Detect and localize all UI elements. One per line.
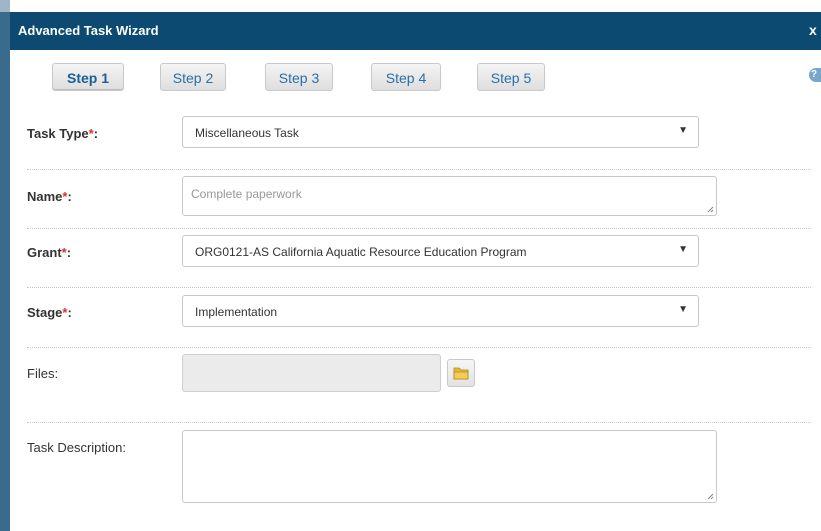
wizard-steps: Step 1 Step 2 Step 3 Step 4 Step 5: [10, 63, 821, 95]
help-glyph: ?: [811, 69, 818, 80]
label-colon: :: [66, 245, 72, 260]
step-5-tab[interactable]: Step 5: [477, 63, 545, 91]
divider: [27, 169, 811, 170]
name-label: Name*:: [27, 189, 72, 204]
dialog-titlebar: Advanced Task Wizard x: [10, 12, 821, 50]
resize-grip-icon[interactable]: [707, 493, 714, 500]
step-1-tab[interactable]: Step 1: [52, 63, 124, 91]
close-button[interactable]: x: [809, 22, 821, 38]
name-row: Name*: Complete paperwork: [27, 176, 811, 218]
resize-grip-icon[interactable]: [707, 206, 714, 213]
stage-label: Stage*:: [27, 305, 72, 320]
step-3-tab[interactable]: Step 3: [265, 63, 333, 91]
dropdown-arrow-icon: ▼: [678, 244, 688, 255]
files-label: Files:: [27, 366, 59, 381]
dropdown-arrow-icon: ▼: [678, 304, 688, 315]
grant-row: Grant*: ORG0121-AS California Aquatic Re…: [27, 235, 811, 271]
browse-files-button[interactable]: [447, 359, 475, 387]
label-colon: :: [67, 189, 72, 204]
divider: [27, 228, 811, 229]
name-placeholder: Complete paperwork: [191, 187, 302, 201]
folder-icon: [453, 367, 469, 380]
task-type-value: Miscellaneous Task: [195, 126, 299, 140]
task-description-row: Task Description:: [27, 430, 811, 504]
task-type-label: Task Type*:: [27, 126, 98, 141]
name-input[interactable]: Complete paperwork: [182, 176, 717, 216]
task-type-select[interactable]: Miscellaneous Task ▼: [182, 116, 699, 148]
task-description-label: Task Description:: [27, 440, 126, 455]
divider: [27, 287, 811, 288]
grant-select[interactable]: ORG0121-AS California Aquatic Resource E…: [182, 235, 699, 267]
name-label-text: Name: [27, 189, 63, 204]
stage-row: Stage*: Implementation ▼: [27, 295, 811, 331]
task-description-input[interactable]: [182, 430, 717, 503]
stage-select[interactable]: Implementation ▼: [182, 295, 699, 327]
backdrop-top: [0, 0, 10, 12]
step-4-tab[interactable]: Step 4: [371, 63, 441, 91]
grant-label: Grant*:: [27, 245, 71, 260]
files-field[interactable]: [182, 354, 441, 392]
dialog-title: Advanced Task Wizard: [18, 23, 159, 38]
files-row: Files:: [27, 354, 811, 394]
stage-value: Implementation: [195, 305, 278, 319]
grant-label-text: Grant: [27, 245, 62, 260]
task-wizard-dialog: Advanced Task Wizard x Step 1 Step 2 Ste…: [10, 12, 821, 531]
grant-value: ORG0121-AS California Aquatic Resource E…: [195, 245, 527, 259]
label-colon: :: [93, 126, 99, 141]
divider: [27, 422, 811, 423]
step-2-tab[interactable]: Step 2: [160, 63, 226, 91]
help-icon[interactable]: ?: [809, 68, 821, 82]
dropdown-arrow-icon: ▼: [678, 125, 688, 136]
task-type-label-text: Task Type: [27, 126, 89, 141]
divider: [27, 347, 811, 348]
page-backdrop: [0, 0, 10, 531]
task-type-row: Task Type*: Miscellaneous Task ▼: [27, 116, 811, 152]
stage-label-text: Stage: [27, 305, 63, 320]
label-colon: :: [67, 305, 72, 320]
